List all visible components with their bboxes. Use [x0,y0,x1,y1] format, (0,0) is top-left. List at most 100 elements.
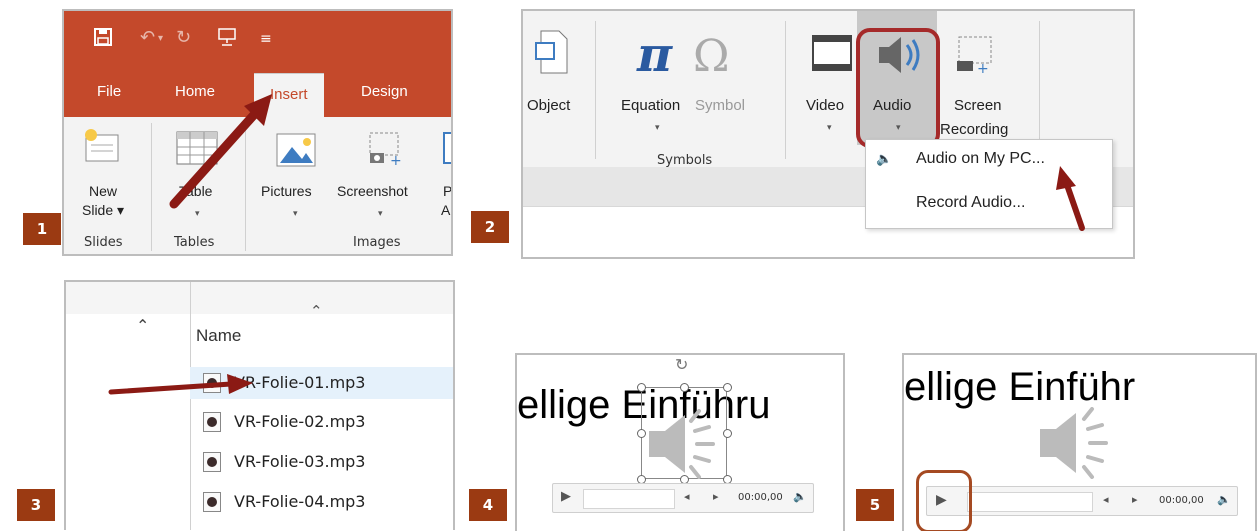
menu-item-record-audio[interactable]: Record Audio... [916,194,1025,212]
play-icon[interactable]: ▶ [561,489,571,504]
object-icon[interactable] [535,29,569,80]
new-slide-label[interactable]: New [89,183,117,199]
chevron-down-icon[interactable]: ▾ [827,123,832,133]
group-label-slides: Slides [84,235,123,250]
tab-home[interactable]: Home [175,83,215,100]
audio-file-icon [203,452,221,472]
audio-dropdown-menu: 🔈 Audio on My PC... Record Audio... [865,139,1113,229]
highlight-box [856,28,940,148]
resize-handle[interactable] [680,383,689,392]
screen-label[interactable]: Screen [954,97,1002,114]
rotate-handle-icon[interactable]: ↻ [675,355,688,374]
tab-file[interactable]: File [97,83,121,100]
photo-album-label-2[interactable]: Al [441,202,451,218]
step-badge-3: 3 [17,489,55,521]
screenshot-label[interactable]: Screenshot [337,183,408,199]
symbol-label[interactable]: Symbol [695,97,745,114]
equation-label[interactable]: Equation [621,97,680,114]
tab-insert[interactable]: Insert [254,73,324,117]
chevron-down-icon[interactable]: ▾ [293,209,298,219]
resize-handle[interactable] [637,383,646,392]
ribbon-tabs: File Home Insert Design [64,73,451,117]
audio-player: ▶ ◂ ▸ 00:00,00 🔈 [552,483,814,513]
svg-text:+: + [390,153,402,167]
audio-file-icon [203,412,221,432]
step-badge-5: 5 [856,489,894,521]
step-badge-2: 2 [471,211,509,243]
new-slide-label-2[interactable]: Slide ▾ [82,202,124,219]
recording-label[interactable]: Recording [940,121,1008,138]
redo-icon[interactable]: ↻ [176,27,191,48]
new-slide-icon[interactable] [82,127,122,170]
column-header-name[interactable]: Name [196,326,241,346]
insert-tab-panel: ↶ ▾ ↻ ≡ File Home Insert Design New Slid… [62,9,453,256]
file-name: VR-Folie-03.mp3 [234,452,366,471]
customize-icon[interactable]: ≡ [260,31,272,47]
group-label-images: Images [353,235,401,250]
screen-recording-icon[interactable]: + [955,35,997,78]
menu-item-audio-on-pc[interactable]: Audio on My PC... [916,150,1045,168]
audio-file-icon [203,373,221,393]
group-separator [785,21,786,159]
file-name: VR-Folie-02.mp3 [234,412,366,431]
undo-dropdown-icon[interactable]: ▾ [158,33,163,44]
seek-bar[interactable] [967,492,1093,512]
group-separator [595,21,596,159]
audio-file-icon [203,492,221,512]
skip-forward-icon[interactable]: ▸ [1132,493,1138,506]
group-label-symbols: Symbols [657,153,713,168]
tab-design[interactable]: Design [361,83,408,100]
chevron-down-icon[interactable]: ▾ [195,209,200,219]
sort-ascending-icon[interactable]: ⌃ [310,302,323,320]
file-row[interactable]: VR-Folie-03.mp3 [190,446,453,478]
table-label[interactable]: Table [179,183,212,199]
chevron-down-icon[interactable]: ▾ [378,209,383,219]
slide-play-audio: ellige Einführ ▶ ◂ ▸ 00:00,00 🔈 [902,353,1257,531]
scroll-up-icon[interactable]: ⌃ [136,316,149,335]
undo-icon[interactable]: ↶ [140,27,155,48]
slide-audio-inserted: ellige Einführu ↻ ▶ ◂ ▸ 00:00,00 🔈 [515,353,845,531]
group-label-tables: Tables [174,235,215,250]
video-label[interactable]: Video [806,97,844,114]
volume-icon[interactable]: 🔈 [1217,493,1231,506]
resize-handle[interactable] [723,383,732,392]
step-badge-4: 4 [469,489,507,521]
skip-forward-icon[interactable]: ▸ [713,490,719,503]
file-dialog-panel: ⌃ ⌃ Name VR-Folie-01.mp3 VR-Folie-02.mp3… [64,280,455,530]
skip-back-icon[interactable]: ◂ [684,490,690,503]
present-icon[interactable] [217,27,237,52]
pictures-icon[interactable] [276,133,316,172]
time-readout: 00:00,00 [1159,495,1204,506]
svg-text:+: + [977,61,989,73]
pi-icon[interactable]: π [637,27,672,83]
quick-access-toolbar: ↶ ▾ ↻ ≡ [64,11,451,73]
photo-album-icon[interactable] [443,131,451,172]
dialog-top-bar [66,282,453,314]
photo-album-label[interactable]: P [443,183,451,199]
screenshot-icon[interactable]: + [366,131,404,172]
speaker-icon: 🔈 [876,152,893,167]
speaker-icon[interactable] [1030,407,1120,484]
highlight-box [916,470,972,531]
video-icon[interactable] [812,35,852,76]
seek-bar[interactable] [583,489,675,509]
volume-icon[interactable]: 🔈 [793,490,807,503]
chevron-down-icon[interactable]: ▾ [655,123,660,133]
file-row[interactable]: VR-Folie-01.mp3 [190,367,453,399]
speaker-icon[interactable] [639,409,725,484]
file-name: VR-Folie-01.mp3 [234,373,366,392]
skip-back-icon[interactable]: ◂ [1103,493,1109,506]
table-icon[interactable] [176,131,218,170]
pictures-label[interactable]: Pictures [261,183,312,199]
file-row[interactable]: VR-Folie-02.mp3 [190,406,453,438]
group-separator [245,123,246,251]
group-separator [151,123,152,251]
object-label[interactable]: Object [527,97,570,114]
time-readout: 00:00,00 [738,492,783,503]
slide-title: ellige Einführ [904,365,1136,409]
omega-icon[interactable]: Ω [693,31,729,82]
save-icon[interactable] [94,27,112,51]
file-name: VR-Folie-04.mp3 [234,492,366,511]
audio-menu-panel: Object π Ω Equation Symbol ▾ Symbols Vid… [521,9,1135,259]
file-row[interactable]: VR-Folie-04.mp3 [190,486,453,518]
